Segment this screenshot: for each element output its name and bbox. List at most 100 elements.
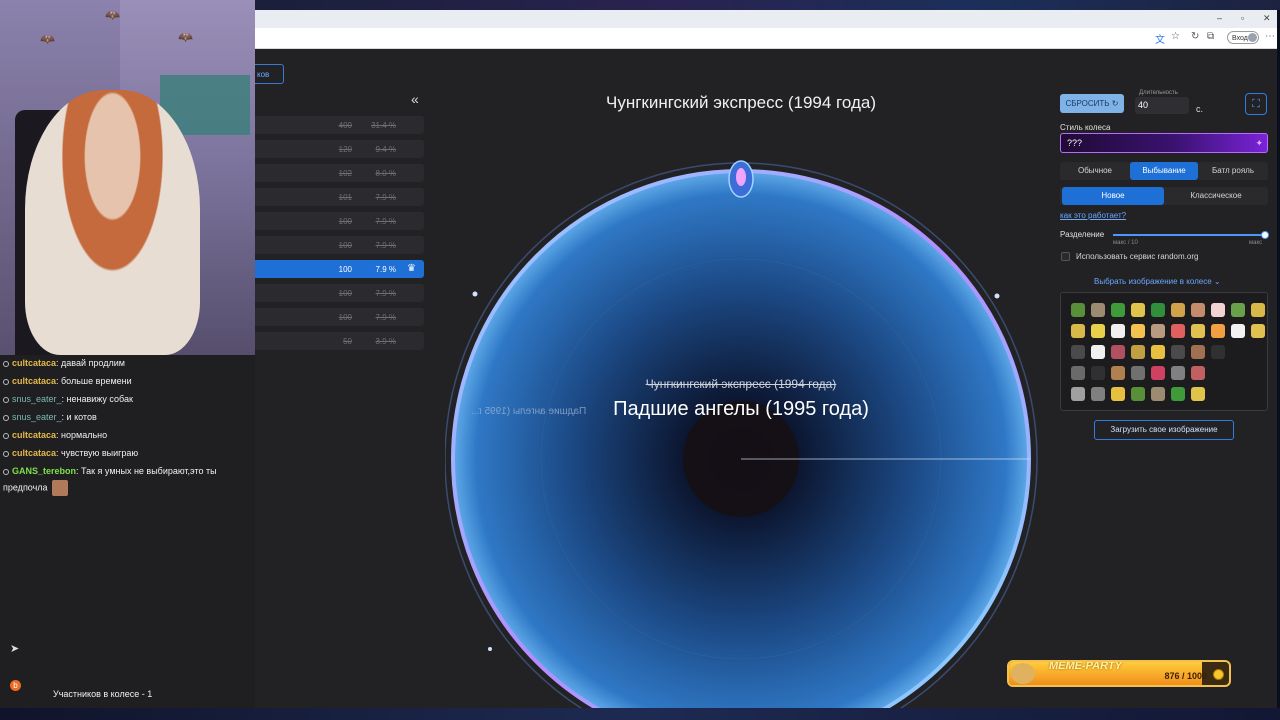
emote-icon[interactable] xyxy=(1131,345,1145,359)
emote-icon[interactable] xyxy=(1071,303,1085,317)
emote-icon[interactable] xyxy=(1211,324,1225,338)
tab-elimination[interactable]: Выбывание xyxy=(1130,162,1198,180)
emote-icon[interactable] xyxy=(1251,303,1265,317)
star-icon[interactable]: ☆ xyxy=(1171,31,1180,42)
participant-row[interactable]: 400 31.4 % xyxy=(255,116,424,134)
chat-username[interactable]: cultcataca xyxy=(12,448,56,458)
emote-icon[interactable] xyxy=(1171,324,1185,338)
refresh-icon[interactable]: ↻ xyxy=(1191,31,1199,42)
chat-username[interactable]: snus_eater_ xyxy=(12,412,62,422)
emote-icon[interactable] xyxy=(1131,387,1145,401)
emote-icon[interactable] xyxy=(1151,303,1165,317)
emote-icon[interactable] xyxy=(1191,366,1205,380)
emote-icon[interactable] xyxy=(1171,387,1185,401)
participant-row[interactable]: 100 7.9 % xyxy=(255,212,424,230)
separation-slider-thumb[interactable] xyxy=(1261,231,1269,239)
emote-icon[interactable] xyxy=(1091,387,1105,401)
emote-icon[interactable] xyxy=(1191,345,1205,359)
chat-username[interactable]: cultcataca xyxy=(12,358,56,368)
close-icon[interactable]: ✕ xyxy=(1263,13,1271,24)
emote-icon[interactable] xyxy=(1151,387,1165,401)
separation-slider[interactable] xyxy=(1113,231,1269,239)
emote-icon[interactable] xyxy=(1231,324,1245,338)
participant-row[interactable]: 100 7.9 % xyxy=(255,236,424,254)
reset-button[interactable]: СБРОСИТЬ ↻ xyxy=(1060,94,1124,113)
refresh-icon: ↻ xyxy=(1111,99,1119,108)
emote-icon[interactable] xyxy=(1211,303,1225,317)
boosty-icon: b xyxy=(10,680,21,691)
chat-username[interactable]: snus_eater_ xyxy=(12,394,62,404)
emote-icon[interactable] xyxy=(1111,387,1125,401)
emote-icon[interactable] xyxy=(1091,366,1105,380)
fullscreen-button[interactable]: ⛶ xyxy=(1245,93,1267,115)
emote-icon[interactable] xyxy=(1091,324,1105,338)
bat-icon: 🦇 xyxy=(40,32,55,46)
chat-message: cultcataca: давай продлим xyxy=(3,358,125,368)
participant-count: 400 xyxy=(338,121,352,130)
tab-new[interactable]: Новое xyxy=(1062,187,1164,205)
participant-count: 100 xyxy=(338,289,352,298)
emote-icon[interactable] xyxy=(1191,303,1205,317)
minimize-icon[interactable]: – xyxy=(1217,13,1222,23)
emote-icon[interactable] xyxy=(1111,303,1125,317)
tab-normal[interactable]: Обычное xyxy=(1062,162,1128,180)
chat-username[interactable]: GANS_terebon xyxy=(12,466,76,476)
chevron-down-icon: ⌄ xyxy=(1213,277,1221,286)
participants-button[interactable]: ков xyxy=(255,64,284,84)
emote-icon[interactable] xyxy=(1131,324,1145,338)
emote-icon[interactable] xyxy=(1111,366,1125,380)
emote-icon[interactable] xyxy=(1071,324,1085,338)
duration-input[interactable]: 40 xyxy=(1135,97,1189,114)
participant-percent: 7.9 % xyxy=(375,241,396,250)
chat-message: snus_eater_: и котов xyxy=(3,412,97,422)
tab-battle-royale[interactable]: Батл рояль xyxy=(1200,162,1266,180)
emote-icon[interactable] xyxy=(1111,345,1125,359)
emote-icon[interactable] xyxy=(1091,345,1105,359)
emote-icon[interactable] xyxy=(1071,345,1085,359)
emote-icon[interactable] xyxy=(1171,303,1185,317)
participant-row[interactable]: 100 7.9 % ♛ xyxy=(255,260,424,278)
participant-row[interactable]: 102 8.0 % xyxy=(255,164,424,182)
participant-row[interactable]: 100 7.9 % xyxy=(255,284,424,302)
participant-percent: 7.9 % xyxy=(375,313,396,322)
participant-count: 100 xyxy=(338,217,352,226)
browser-titlebar: – ▫ ✕ xyxy=(255,10,1277,28)
participant-row[interactable]: 50 3.9 % xyxy=(255,332,424,350)
emote-icon[interactable] xyxy=(1131,303,1145,317)
tab-classic[interactable]: Классическое xyxy=(1166,187,1266,205)
collapse-panel-icon[interactable]: « xyxy=(411,91,419,107)
how-it-works-link[interactable]: как это работает? xyxy=(1060,211,1126,220)
choose-image-dropdown[interactable]: Выбрать изображение в колесе ⌄ xyxy=(1094,277,1221,286)
wheel-style-select[interactable]: ??? ✦ xyxy=(1060,133,1268,153)
chat-username[interactable]: cultcataca xyxy=(12,376,56,386)
emote-icon[interactable] xyxy=(1251,324,1265,338)
emote-icon[interactable] xyxy=(1211,345,1225,359)
more-icon[interactable]: ⋯ xyxy=(1265,31,1275,42)
emote-icon[interactable] xyxy=(1171,366,1185,380)
signin-button[interactable]: Вход xyxy=(1227,31,1259,44)
emote-icon[interactable] xyxy=(1191,324,1205,338)
emote-icon[interactable] xyxy=(1111,324,1125,338)
chat-username[interactable]: cultcataca xyxy=(12,430,56,440)
translate-icon[interactable]: 文 xyxy=(1155,31,1165,46)
emote-icon[interactable] xyxy=(1171,345,1185,359)
maximize-icon[interactable]: ▫ xyxy=(1241,13,1244,23)
emote-icon[interactable] xyxy=(1151,366,1165,380)
participant-count: 100 xyxy=(338,241,352,250)
participant-row[interactable]: 101 7.9 % xyxy=(255,188,424,206)
random-org-checkbox[interactable] xyxy=(1061,252,1070,261)
participant-row[interactable]: 100 7.9 % xyxy=(255,308,424,326)
participant-count: 50 xyxy=(343,337,352,346)
emote-icon[interactable] xyxy=(1071,366,1085,380)
emote-icon[interactable] xyxy=(1151,345,1165,359)
emote-icon[interactable] xyxy=(1151,324,1165,338)
participant-row[interactable]: 120 9.4 % xyxy=(255,140,424,158)
emote-icon[interactable] xyxy=(1071,387,1085,401)
upload-image-button[interactable]: Загрузить свое изображение xyxy=(1094,420,1234,440)
emote-icon[interactable] xyxy=(1091,303,1105,317)
sparkle-icon xyxy=(472,291,478,297)
collections-icon[interactable]: ⧉ xyxy=(1207,31,1214,42)
emote-icon[interactable] xyxy=(1231,303,1245,317)
emote-icon[interactable] xyxy=(1131,366,1145,380)
emote-icon[interactable] xyxy=(1191,387,1205,401)
